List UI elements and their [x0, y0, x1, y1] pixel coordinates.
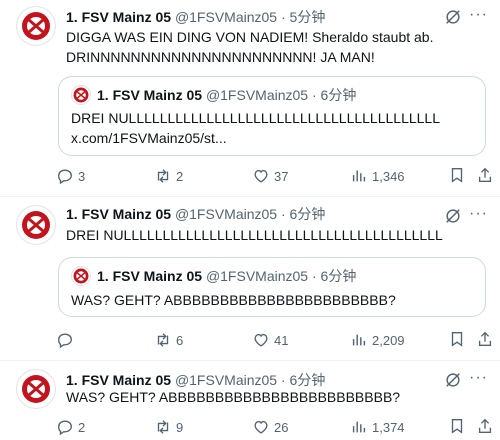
reply-count: 3 [78, 168, 86, 184]
view-count: 1,374 [372, 419, 405, 435]
repost-icon [157, 169, 169, 183]
repost-count: 2 [176, 168, 184, 184]
mainz-logo-icon [22, 12, 50, 40]
handle[interactable]: @1FSVMainz05 [175, 372, 277, 388]
bookmark-icon[interactable] [448, 417, 466, 435]
handle[interactable]: @1FSVMainz05 [175, 206, 277, 222]
share-icon[interactable] [476, 166, 494, 184]
like-button[interactable]: 41 [252, 330, 288, 350]
avatar[interactable] [16, 6, 56, 46]
timestamp[interactable]: · 6分钟 [281, 206, 325, 222]
grok-icon[interactable] [444, 371, 462, 389]
quote-text: DREI NULLLLLLLLLLLLLLLLLLLLLLLLLLLLLLLLL… [71, 110, 441, 146]
tweet[interactable]: 1. FSV Mainz 05 @1FSVMainz05 · 5分钟 ··· D… [0, 0, 500, 196]
mainz-logo-icon [73, 87, 89, 103]
quote-tweet[interactable]: 1. FSV Mainz 05 @1FSVMainz05 · 6分钟 DREI … [58, 76, 486, 156]
reply-button[interactable]: 2 [56, 417, 85, 437]
display-name[interactable]: 1. FSV Mainz 05 [66, 206, 171, 222]
share-icon[interactable] [476, 417, 494, 435]
quote-tweet[interactable]: 1. FSV Mainz 05 @1FSVMainz05 · 6分钟 WAS? … [58, 257, 486, 317]
timestamp[interactable]: · 6分钟 [281, 372, 325, 388]
view-count: 1,346 [372, 168, 405, 184]
reply-icon [58, 420, 72, 436]
display-name: 1. FSV Mainz 05 [97, 268, 203, 284]
views-icon [352, 170, 366, 182]
heart-icon [254, 420, 268, 434]
bookmark-icon[interactable] [448, 166, 466, 184]
tweet-header: 1. FSV Mainz 05 @1FSVMainz05 · 5分钟 [66, 8, 325, 26]
repost-button[interactable]: 2 [154, 166, 183, 186]
avatar [71, 85, 91, 105]
timestamp[interactable]: · 5分钟 [281, 9, 325, 25]
repost-count: 9 [176, 419, 184, 435]
like-button[interactable]: 26 [252, 417, 288, 437]
reply-icon [58, 169, 72, 185]
mainz-logo-icon [22, 211, 50, 239]
bookmark-icon[interactable] [448, 330, 466, 348]
display-name[interactable]: 1. FSV Mainz 05 [66, 372, 171, 388]
mainz-logo-icon [73, 268, 89, 284]
tweet[interactable]: 1. FSV Mainz 05 @1FSVMainz05 · 6分钟 ··· D… [0, 197, 500, 360]
action-bar: 6 41 2,209 [56, 330, 496, 350]
view-count: 2,209 [372, 332, 405, 348]
reply-button[interactable] [56, 330, 78, 350]
views-button[interactable]: 2,209 [350, 330, 405, 350]
quote-header: 1. FSV Mainz 05 @1FSVMainz05 · 6分钟 [97, 86, 356, 104]
repost-count: 6 [176, 332, 184, 348]
like-count: 37 [274, 168, 289, 184]
repost-button[interactable]: 9 [154, 417, 183, 437]
heart-icon [254, 169, 268, 183]
views-icon [352, 421, 366, 433]
tweet-header: 1. FSV Mainz 05 @1FSVMainz05 · 6分钟 [66, 205, 325, 223]
tweet-text: DIGGA WAS EIN DING VON NADIEM! Sheraldo … [66, 29, 434, 65]
action-bar: 2 9 26 1,374 [56, 417, 496, 437]
display-name: 1. FSV Mainz 05 [97, 87, 203, 103]
handle[interactable]: @1FSVMainz05 [175, 9, 277, 25]
like-count: 26 [274, 419, 289, 435]
avatar [71, 266, 91, 286]
views-button[interactable]: 1,346 [350, 166, 405, 186]
timestamp: · 6分钟 [311, 268, 357, 284]
more-icon[interactable]: ··· [469, 7, 488, 23]
more-icon[interactable]: ··· [469, 206, 488, 222]
reply-button[interactable]: 3 [56, 166, 85, 186]
views-icon [352, 334, 366, 346]
tweet-text: DREI NULLLLLLLLLLLLLLLLLLLLLLLLLLLLLLLLL… [66, 227, 443, 243]
more-icon[interactable]: ··· [469, 370, 488, 386]
mainz-logo-icon [22, 375, 50, 403]
views-button[interactable]: 1,374 [350, 417, 405, 437]
heart-icon [254, 333, 268, 347]
share-icon[interactable] [476, 330, 494, 348]
action-bar: 3 2 37 1,346 [56, 166, 496, 186]
timestamp: · 6分钟 [311, 87, 357, 103]
quote-header: 1. FSV Mainz 05 @1FSVMainz05 · 6分钟 [97, 267, 356, 285]
handle: @1FSVMainz05 [205, 268, 309, 284]
tweet[interactable]: 1. FSV Mainz 05 @1FSVMainz05 · 6分钟 ··· W… [0, 361, 500, 440]
tweet-text: WAS? GEHT? ABBBBBBBBBBBBBBBBBBBBBBBB? [66, 389, 401, 405]
grok-icon[interactable] [444, 207, 462, 225]
grok-icon[interactable] [444, 8, 462, 26]
like-count: 41 [274, 332, 289, 348]
repost-icon [157, 420, 169, 434]
like-button[interactable]: 37 [252, 166, 288, 186]
display-name[interactable]: 1. FSV Mainz 05 [66, 9, 171, 25]
handle: @1FSVMainz05 [205, 87, 309, 103]
repost-icon [157, 333, 169, 347]
reply-count: 2 [78, 419, 86, 435]
quote-text: WAS? GEHT? ABBBBBBBBBBBBBBBBBBBBBBB? [71, 292, 396, 308]
repost-button[interactable]: 6 [154, 330, 183, 350]
avatar[interactable] [16, 205, 56, 245]
avatar[interactable] [16, 369, 56, 409]
reply-icon [58, 333, 72, 349]
